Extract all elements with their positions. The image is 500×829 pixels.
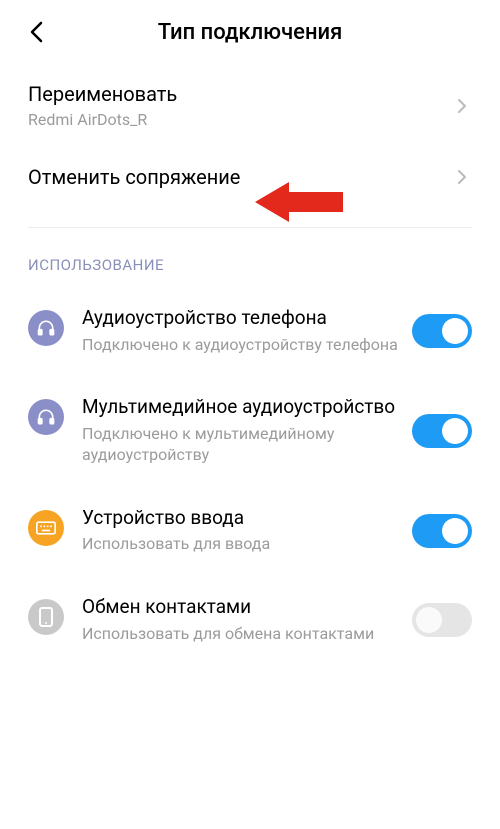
chevron-left-icon: [29, 21, 43, 43]
rename-sub: Redmi AirDots_R: [28, 110, 452, 129]
usage-item-media-audio: Мультимедийное аудиоустройство Подключен…: [0, 375, 500, 485]
usage-sub: Использовать для ввода: [82, 534, 400, 555]
usage-sub: Использовать для обмена контактами: [82, 624, 400, 645]
usage-title: Аудиоустройство телефона: [82, 306, 400, 331]
usage-section-header: ИСПОЛЬЗОВАНИЕ: [0, 228, 500, 286]
usage-title: Мультимедийное аудиоустройство: [82, 395, 400, 420]
chevron-right-icon: [452, 169, 472, 185]
toggle-input-device[interactable]: [412, 514, 472, 548]
usage-title: Обмен контактами: [82, 595, 400, 620]
unpair-row[interactable]: Отменить сопряжение: [0, 147, 500, 207]
phone-icon: [28, 599, 64, 635]
usage-sub: Подключено к мультимедийному аудиоустрой…: [82, 424, 400, 466]
unpair-title: Отменить сопряжение: [28, 165, 452, 189]
headphones-icon: [28, 310, 64, 346]
toggle-contacts[interactable]: [412, 603, 472, 637]
rename-title: Переименовать: [28, 82, 452, 106]
headphones-icon: [28, 399, 64, 435]
usage-item-contacts: Обмен контактами Использовать для обмена…: [0, 575, 500, 664]
toggle-phone-audio[interactable]: [412, 314, 472, 348]
chevron-right-icon: [452, 98, 472, 114]
toggle-media-audio[interactable]: [412, 414, 472, 448]
usage-title: Устройство ввода: [82, 506, 400, 531]
usage-item-input-device: Устройство ввода Использовать для ввода: [0, 486, 500, 575]
page-title: Тип подключения: [56, 20, 444, 45]
back-button[interactable]: [16, 12, 56, 52]
usage-sub: Подключено к аудиоустройству телефона: [82, 335, 400, 356]
usage-item-phone-audio: Аудиоустройство телефона Подключено к ау…: [0, 286, 500, 375]
keyboard-icon: [28, 510, 64, 546]
rename-row[interactable]: Переименовать Redmi AirDots_R: [0, 64, 500, 147]
